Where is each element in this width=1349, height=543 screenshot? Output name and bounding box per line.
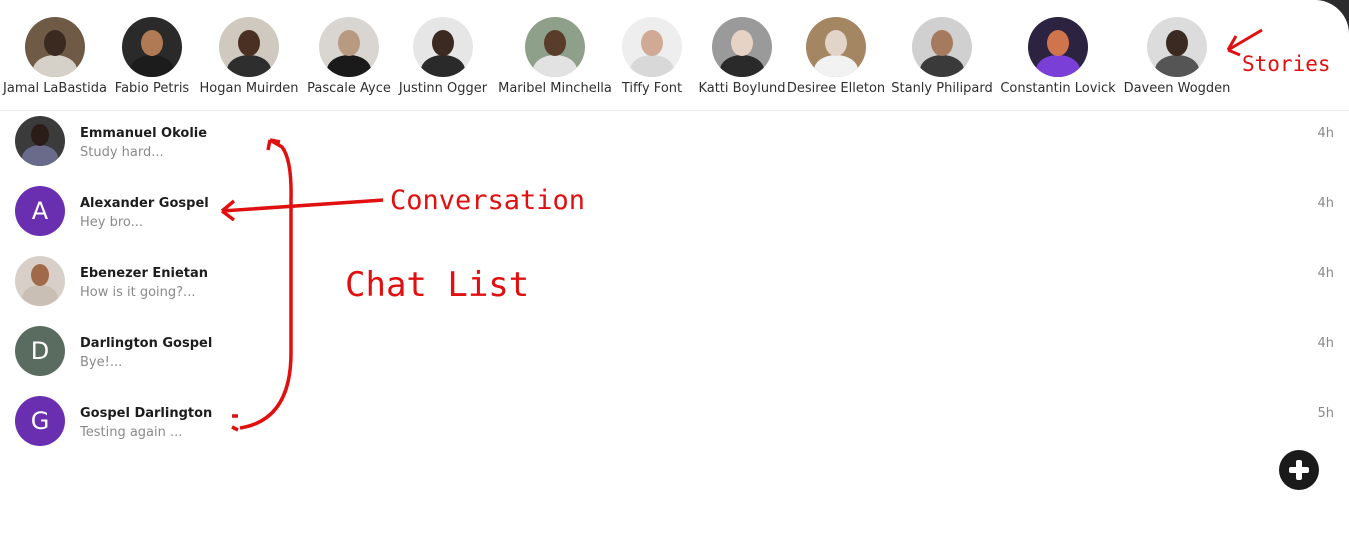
chat-row[interactable]: D Darlington Gospel Bye!... 4h bbox=[0, 324, 1349, 394]
chat-time: 4h bbox=[1317, 196, 1334, 211]
chat-name: Darlington Gospel bbox=[80, 336, 213, 351]
chat-row[interactable]: Emmanuel Okolie Study hard... 4h bbox=[0, 114, 1349, 184]
avatar-letter: D bbox=[30, 337, 50, 365]
story-avatar bbox=[219, 17, 279, 77]
chat-time: 4h bbox=[1317, 266, 1334, 281]
chat-preview: Hey bro... bbox=[80, 215, 144, 230]
story-avatar bbox=[525, 17, 585, 77]
story-avatar bbox=[413, 17, 473, 77]
chat-preview: Study hard... bbox=[80, 145, 164, 160]
chat-preview: Bye!... bbox=[80, 355, 123, 370]
story-name: Desiree Elleton bbox=[786, 81, 886, 96]
chat-preview: Testing again ... bbox=[80, 425, 183, 440]
chat-row[interactable]: G Gospel Darlington Testing again ... 5h bbox=[0, 394, 1349, 464]
story-name: Stanly Philipard bbox=[891, 81, 993, 96]
story-name: Daveen Wogden bbox=[1123, 81, 1231, 96]
chat-time: 4h bbox=[1317, 336, 1334, 351]
avatar-letter: A bbox=[31, 197, 49, 225]
chat-avatar bbox=[15, 116, 65, 166]
chat-avatar: G bbox=[15, 396, 65, 446]
chat-name: Alexander Gospel bbox=[80, 196, 209, 211]
story-name: Constantin Lovick bbox=[1000, 81, 1116, 96]
story-avatar bbox=[712, 17, 772, 77]
story-avatar bbox=[122, 17, 182, 77]
chat-name: Gospel Darlington bbox=[80, 406, 213, 421]
avatar-letter: G bbox=[30, 407, 50, 435]
annotation-chat-list: Chat List bbox=[345, 265, 530, 305]
chat-preview: How is it going?... bbox=[80, 285, 196, 300]
story-item[interactable]: Daveen Wogden bbox=[1107, 0, 1247, 96]
chat-name: Emmanuel Okolie bbox=[80, 126, 208, 141]
story-avatar bbox=[806, 17, 866, 77]
messenger-panel: Jamal LaBastida Fabio Petris Hogan Muirden… bbox=[0, 0, 1349, 543]
chat-time: 4h bbox=[1317, 126, 1334, 141]
chat-avatar: D bbox=[15, 326, 65, 376]
annotation-conversation: Conversation bbox=[390, 185, 586, 216]
story-avatar bbox=[1147, 17, 1207, 77]
story-name: Justinn Ogger bbox=[398, 81, 488, 96]
chat-avatar bbox=[15, 256, 65, 306]
story-avatar bbox=[319, 17, 379, 77]
annotation-stories: Stories bbox=[1242, 52, 1331, 76]
chat-name: Ebenezer Enietan bbox=[80, 266, 209, 281]
story-avatar bbox=[25, 17, 85, 77]
chat-avatar: A bbox=[15, 186, 65, 236]
chat-time: 5h bbox=[1317, 406, 1334, 421]
story-avatar bbox=[912, 17, 972, 77]
chat-row[interactable]: A Alexander Gospel Hey bro... 4h bbox=[0, 184, 1349, 254]
new-chat-button[interactable] bbox=[1279, 450, 1319, 490]
stories-bar: Jamal LaBastida Fabio Petris Hogan Muirden… bbox=[0, 0, 1349, 111]
plus-icon-stroke bbox=[1296, 460, 1302, 480]
chat-row[interactable]: Ebenezer Enietan How is it going?... 4h bbox=[0, 254, 1349, 324]
story-avatar bbox=[1028, 17, 1088, 77]
